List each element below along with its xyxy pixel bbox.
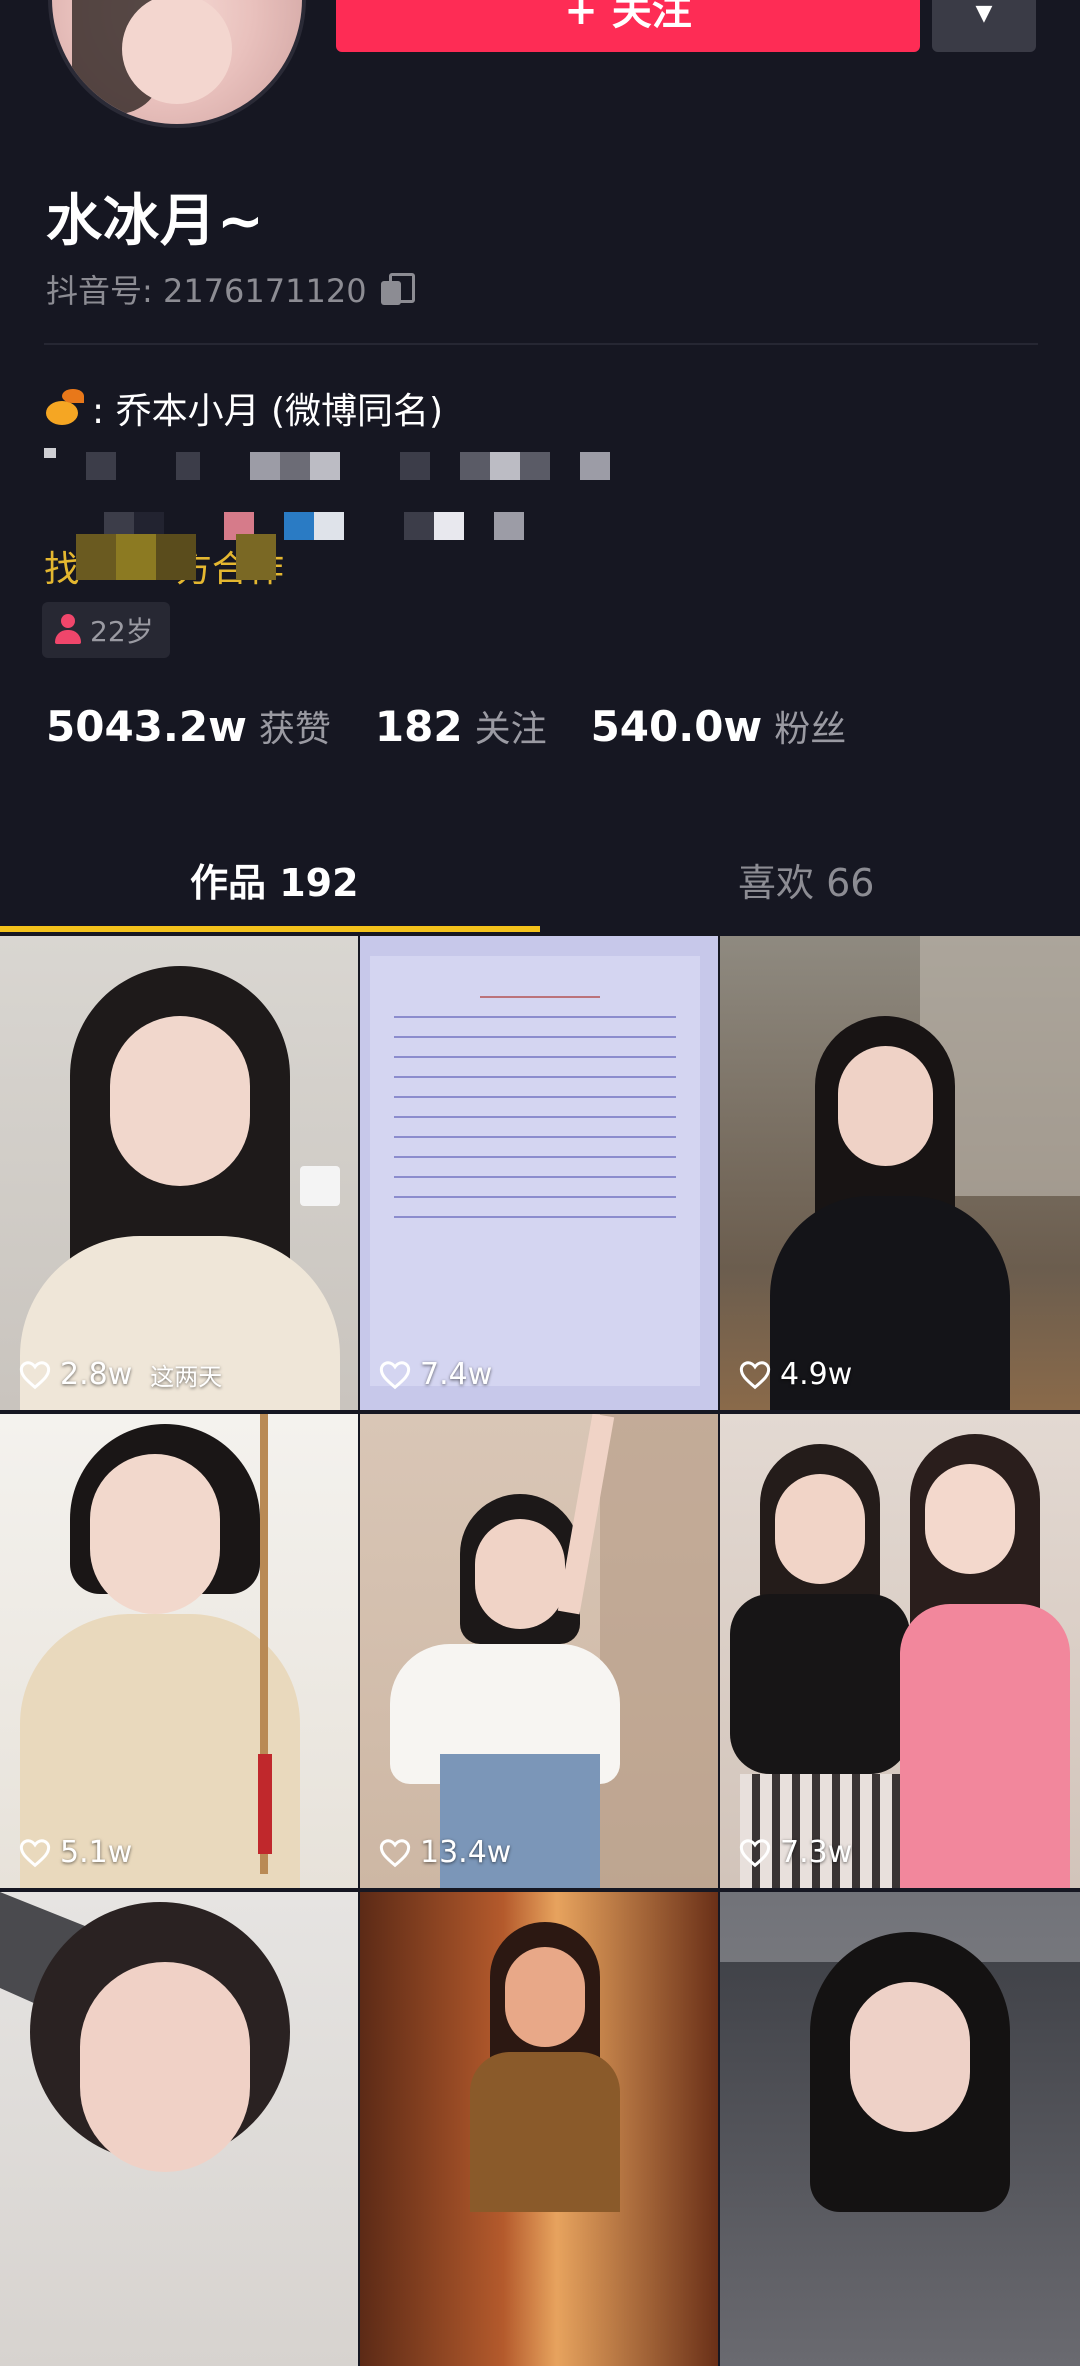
- stat-likes-label: 获赞: [258, 709, 331, 750]
- stat-likes-value: 5043.2w: [46, 702, 247, 751]
- weibo-icon: [44, 389, 88, 427]
- video-thumbnail[interactable]: 13.4w: [360, 1414, 718, 1888]
- video-likes-count: 2.8w: [60, 1357, 133, 1392]
- more-options-button[interactable]: ▼: [932, 0, 1036, 52]
- age-text: 22岁: [90, 615, 154, 648]
- bio-line-1: : 乔本小月 (微博同名): [44, 382, 443, 434]
- stat-following-label[interactable]: 关注: [475, 700, 547, 752]
- bio-weibo-text: : 乔本小月 (微博同名): [92, 391, 444, 432]
- video-thumbnail[interactable]: 5.1w: [0, 1414, 358, 1888]
- video-likes-count: 7.4w: [420, 1357, 493, 1392]
- video-likes-count: 13.4w: [420, 1835, 512, 1870]
- video-likes-count: 5.1w: [60, 1835, 133, 1870]
- follow-button[interactable]: + 关注: [336, 0, 920, 52]
- stat-followers-value[interactable]: 540.0w: [591, 702, 763, 751]
- video-grid: 2.8w 这两天 7.4w 4.9w 5.1w 13.4w 7.3w: [0, 936, 1080, 2366]
- age-tag: 22岁: [42, 602, 170, 658]
- douyin-id: 抖音号: 2176171120: [46, 272, 367, 310]
- chevron-down-icon: ▼: [975, 1, 993, 26]
- heart-icon: [19, 1360, 51, 1389]
- heart-icon: [739, 1360, 771, 1389]
- video-thumbnail[interactable]: 7.3w: [720, 1414, 1080, 1888]
- video-thumbnail[interactable]: 4.9w: [720, 936, 1080, 1410]
- video-thumbnail[interactable]: [0, 1892, 358, 2366]
- video-likes-count: 7.3w: [780, 1835, 853, 1870]
- video-likes-count: 4.9w: [780, 1357, 853, 1392]
- douyin-id-row: 抖音号: 2176171120: [46, 266, 415, 312]
- stat-followers-label[interactable]: 粉丝: [774, 700, 846, 752]
- video-caption: 这两天: [150, 1363, 223, 1391]
- video-likes: 4.9w: [738, 1357, 852, 1392]
- video-likes: 7.3w: [738, 1835, 852, 1870]
- person-icon: [54, 614, 82, 646]
- stats-row: 5043.2w 获赞 182 关注 540.0w 粉丝: [46, 700, 890, 752]
- video-likes: 7.4w: [378, 1357, 492, 1392]
- divider: [44, 343, 1038, 345]
- profile-name: 水冰月~: [46, 189, 265, 254]
- heart-icon: [739, 1838, 771, 1867]
- video-likes: 5.1w: [18, 1835, 132, 1870]
- heart-icon: [19, 1838, 51, 1867]
- bio-blurred-line-2: [44, 446, 610, 486]
- video-thumbnail[interactable]: 2.8w 这两天: [0, 936, 358, 1410]
- copy-icon[interactable]: [380, 273, 415, 305]
- video-thumbnail[interactable]: 7.4w: [360, 936, 718, 1410]
- heart-icon: [379, 1838, 411, 1867]
- tab-works[interactable]: 作品 192: [190, 852, 359, 907]
- tab-indicator: [0, 926, 540, 932]
- heart-icon: [379, 1360, 411, 1389]
- bio-gold-start: 找: [44, 549, 81, 590]
- avatar[interactable]: [48, 0, 306, 128]
- avatar-face: [122, 0, 232, 104]
- video-likes: 2.8w 这两天: [18, 1357, 222, 1392]
- tab-likes[interactable]: 喜欢 66: [738, 852, 874, 907]
- video-likes: 13.4w: [378, 1835, 511, 1870]
- stat-following-value[interactable]: 182: [375, 702, 463, 751]
- video-thumbnail[interactable]: [720, 1892, 1080, 2366]
- bio-gold-mosaic: [76, 534, 276, 580]
- video-thumbnail[interactable]: [360, 1892, 718, 2366]
